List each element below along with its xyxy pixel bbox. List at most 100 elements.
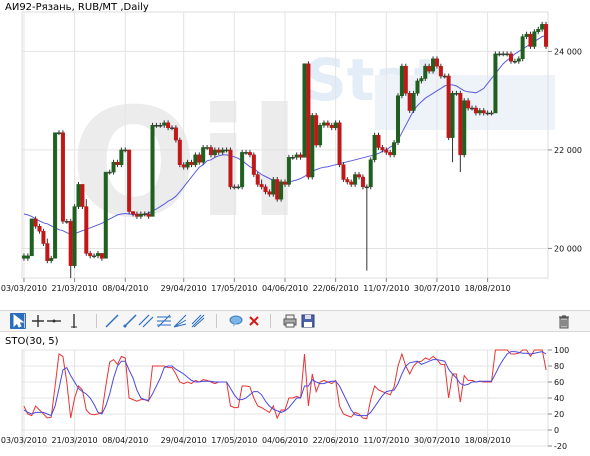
- candle-body: [119, 149, 124, 165]
- x-tick-label: 17/05/2010: [211, 284, 257, 293]
- candle-body: [364, 186, 369, 189]
- candle-body: [318, 125, 323, 146]
- candle-body: [220, 149, 225, 153]
- candle: [520, 34, 525, 62]
- candle: [353, 172, 358, 187]
- candle-body: [72, 206, 77, 266]
- candle: [341, 162, 346, 182]
- candle: [423, 63, 428, 81]
- y-tick-label: 22 000: [554, 146, 582, 155]
- candle-body: [325, 122, 330, 126]
- sto-frame: [21, 349, 549, 447]
- candle-body: [329, 125, 334, 129]
- candle: [72, 204, 77, 269]
- candle: [80, 184, 85, 210]
- price-x-axis: 03/03/2010 21/03/2010 08/04/2010 29/04/2010…: [1, 278, 511, 293]
- delete-tool[interactable]: [246, 313, 262, 329]
- candle: [368, 157, 373, 190]
- candle-body: [123, 149, 128, 152]
- sto-d-line: [23, 351, 547, 417]
- candle-body: [181, 164, 186, 168]
- candle-body: [446, 75, 451, 138]
- speech-bubble-icon: [229, 315, 243, 327]
- price-chart[interactable]: Oil Stat 20 00022 00024 000 03/03/2010 21/…: [0, 0, 590, 310]
- crosshair-tool[interactable]: [30, 313, 46, 329]
- candle: [399, 63, 404, 99]
- toolbar-separator: [96, 314, 97, 328]
- candle-body: [372, 134, 377, 161]
- candle-body: [423, 65, 428, 79]
- candle-body: [228, 149, 233, 188]
- fan-tool[interactable]: [172, 313, 188, 329]
- red-cross-icon: [249, 316, 259, 326]
- candle-body: [462, 100, 467, 156]
- candle-body: [427, 65, 432, 72]
- candle-body: [212, 149, 217, 156]
- ray-tool[interactable]: [122, 313, 138, 329]
- candle-body: [376, 134, 381, 148]
- candle: [53, 132, 58, 259]
- candle: [364, 184, 369, 271]
- trend-line-tool[interactable]: [104, 313, 120, 329]
- candle-body: [349, 181, 354, 185]
- candle: [60, 130, 65, 224]
- candle-body: [286, 157, 291, 185]
- sto-x-tick-label: 17/05/2010: [211, 436, 257, 445]
- vertical-line-tool[interactable]: [66, 313, 82, 329]
- candle-body: [37, 226, 42, 232]
- candle-body: [415, 80, 420, 94]
- candle: [95, 250, 100, 259]
- parallel-lines-icon: [138, 314, 154, 328]
- x-tick-label: 21/03/2010: [52, 284, 98, 293]
- candle-body: [512, 61, 517, 63]
- candle-body: [411, 93, 416, 111]
- candle-body: [473, 107, 478, 114]
- candle-body: [388, 152, 393, 156]
- candle: [372, 132, 377, 163]
- parallel-channel-tool[interactable]: [138, 313, 154, 329]
- candle-body: [115, 161, 120, 165]
- candle: [501, 51, 506, 57]
- candle: [103, 171, 108, 259]
- print-button[interactable]: [282, 313, 298, 329]
- candle-body: [111, 161, 116, 173]
- candle-body: [314, 115, 319, 146]
- candle-body: [399, 65, 404, 96]
- candle-body: [103, 171, 108, 259]
- candle-body: [150, 125, 155, 217]
- fibonacci-tool[interactable]: [156, 313, 172, 329]
- save-button[interactable]: [300, 313, 316, 329]
- candle-body: [477, 110, 482, 114]
- sto-x-tick-label: 04/06/2010: [262, 436, 308, 445]
- drawing-toolbar: [0, 310, 590, 332]
- candle: [255, 172, 260, 187]
- candle-body: [99, 253, 104, 259]
- candle-body: [357, 174, 362, 178]
- candle: [318, 122, 323, 148]
- candle: [360, 174, 365, 190]
- x-tick-label: 11/07/2010: [363, 284, 409, 293]
- candle: [310, 112, 315, 180]
- candle: [450, 90, 455, 163]
- comment-tool[interactable]: [228, 313, 244, 329]
- candle: [306, 61, 311, 180]
- candle-body: [138, 213, 143, 217]
- candle: [497, 51, 502, 57]
- candle-body: [497, 53, 502, 56]
- candle-body: [216, 149, 221, 153]
- candle-body: [345, 179, 350, 183]
- sto-y-tick-label: 80: [554, 362, 564, 371]
- x-tick-label: 22/06/2010: [313, 284, 359, 293]
- candle: [150, 122, 155, 217]
- candle-body: [520, 36, 525, 60]
- candle-body: [321, 122, 326, 126]
- x-tick-label: 04/06/2010: [262, 284, 308, 293]
- pitchfork-icon: [191, 314, 205, 328]
- horizontal-line-tool[interactable]: [46, 313, 62, 329]
- clear-all-button[interactable]: [556, 313, 572, 329]
- candle-body: [508, 53, 513, 62]
- candle-body: [158, 125, 163, 127]
- candle: [411, 90, 416, 113]
- andrews-tool[interactable]: [190, 313, 206, 329]
- candle: [438, 63, 443, 79]
